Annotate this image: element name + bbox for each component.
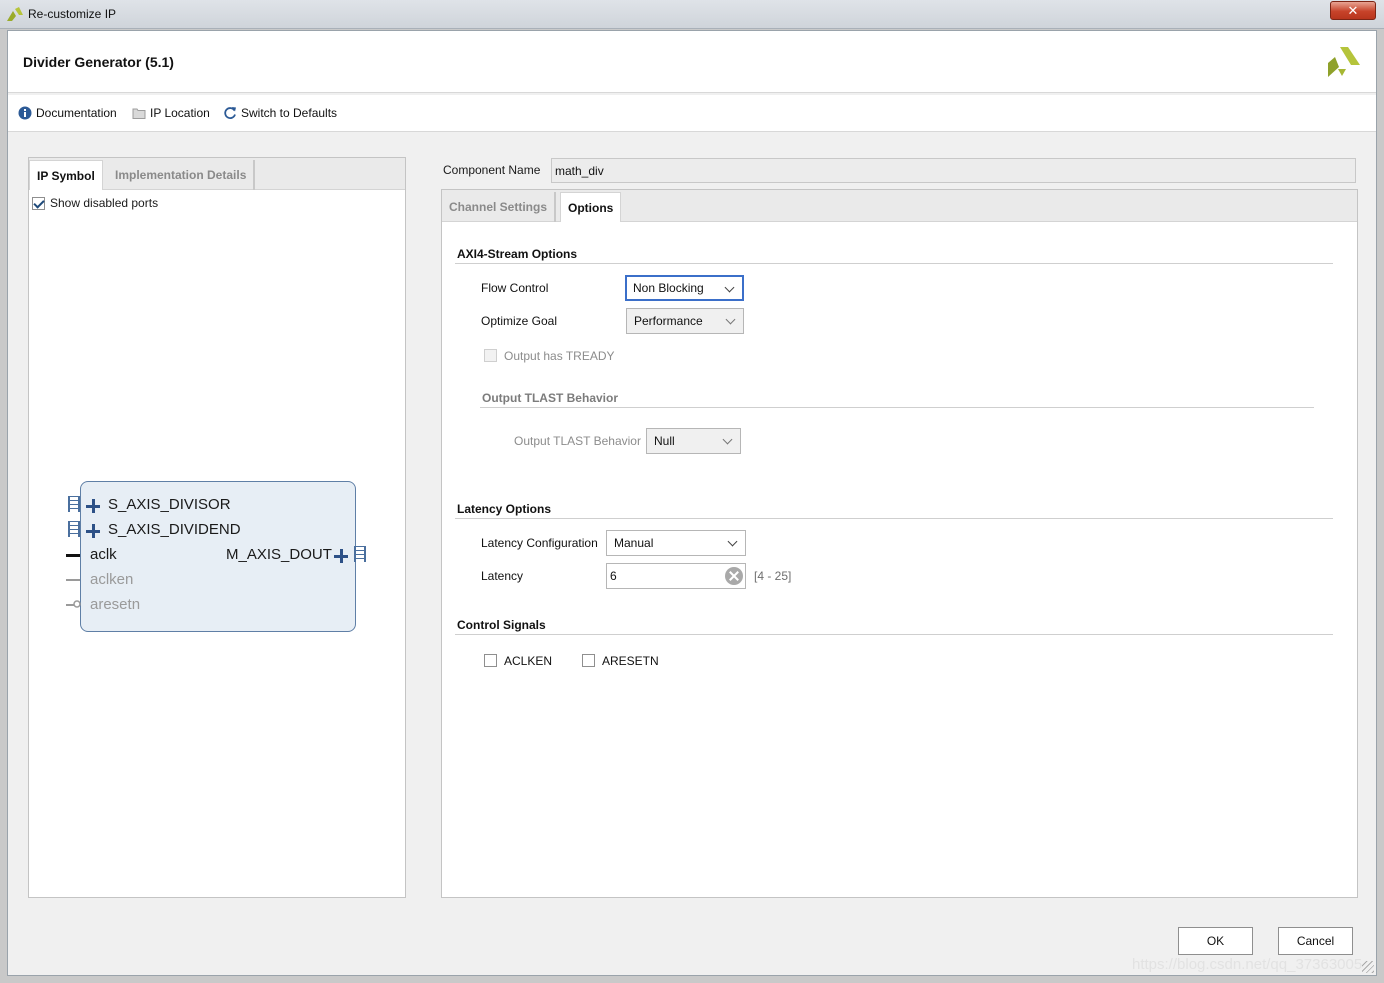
ip-location-label: IP Location xyxy=(150,106,210,120)
left-tabbar: IP Symbol Implementation Details xyxy=(29,158,405,190)
output-has-tready-label: Output has TREADY xyxy=(504,349,615,363)
aresetn-checkbox[interactable] xyxy=(582,654,595,667)
optimize-goal-label: Optimize Goal xyxy=(481,314,558,328)
documentation-menu[interactable]: Documentation xyxy=(18,106,117,120)
aclken-label: ACLKEN xyxy=(504,654,553,668)
port-aclken: aclken xyxy=(90,571,134,588)
latency-value: 6 xyxy=(610,569,617,583)
show-disabled-ports[interactable]: Show disabled ports xyxy=(32,196,158,210)
output-tlast-behavior-label: Output TLAST Behavior xyxy=(514,434,641,448)
port-s-axis-dividend: S_AXIS_DIVIDEND xyxy=(108,521,241,538)
resize-grip[interactable] xyxy=(1362,961,1374,973)
section-divider xyxy=(455,263,1333,264)
expand-plus-icon[interactable] xyxy=(86,524,100,538)
flow-control-select[interactable]: Non Blocking xyxy=(625,275,744,301)
output-tlast-behavior-select[interactable]: Null xyxy=(646,428,741,454)
aclken-checkbox[interactable] xyxy=(484,654,497,667)
window-title: Re-customize IP xyxy=(28,7,117,21)
tab-implementation-details[interactable]: Implementation Details xyxy=(108,160,256,190)
optimize-goal-value: Performance xyxy=(634,314,703,328)
output-tlast-group-title: Output TLAST Behavior xyxy=(482,391,618,405)
section-divider xyxy=(455,634,1333,635)
ip-title: Divider Generator (5.1) xyxy=(23,54,174,70)
flow-control-label: Flow Control xyxy=(481,281,549,295)
tab-channel-settings[interactable]: Channel Settings xyxy=(442,192,557,222)
customize-ip-dialog: Divider Generator (5.1) Documentation IP… xyxy=(7,30,1377,976)
bus-interface-icon xyxy=(68,521,80,537)
switch-defaults-label: Switch to Defaults xyxy=(241,106,338,120)
latency-label: Latency xyxy=(481,569,524,583)
section-divider xyxy=(455,518,1333,519)
inverted-pin-icon xyxy=(73,600,81,608)
ok-button[interactable]: OK xyxy=(1178,927,1253,955)
latency-configuration-value: Manual xyxy=(614,536,654,550)
settings-tabbar: Channel Settings Options xyxy=(442,190,1357,222)
window-titlebar: Re-customize IP ✕ xyxy=(0,0,1384,29)
aresetn-label: ARESETN xyxy=(602,654,659,668)
port-aresetn: aresetn xyxy=(90,596,141,613)
bus-interface-icon xyxy=(68,496,80,512)
ip-location-button[interactable]: IP Location xyxy=(132,106,210,120)
optimize-goal-select[interactable]: Performance xyxy=(626,308,744,334)
chevron-down-icon xyxy=(725,314,736,325)
cancel-button[interactable]: Cancel xyxy=(1278,927,1353,955)
settings-panel: Channel Settings Options AXI4-Stream Opt… xyxy=(441,189,1358,898)
xilinx-logo-icon xyxy=(1328,47,1360,77)
chevron-down-icon xyxy=(722,434,733,445)
watermark: https://blog.csdn.net/qq_37363005 xyxy=(1132,956,1363,973)
folder-icon xyxy=(132,108,146,119)
tab-options[interactable]: Options xyxy=(560,192,622,222)
output-tlast-behavior-value: Null xyxy=(654,434,675,448)
output-has-tready-checkbox[interactable] xyxy=(484,349,497,362)
clear-icon[interactable] xyxy=(725,567,743,585)
expand-plus-icon[interactable] xyxy=(334,549,348,563)
port-m-axis-dout: M_AXIS_DOUT xyxy=(226,546,332,563)
section-divider xyxy=(480,407,1314,408)
latency-input[interactable]: 6 xyxy=(606,563,746,589)
chevron-down-icon xyxy=(727,536,738,547)
latency-range-hint: [4 - 25] xyxy=(754,569,792,583)
window-close-button[interactable]: ✕ xyxy=(1330,1,1376,20)
flow-control-value: Non Blocking xyxy=(633,281,704,295)
component-name-label: Component Name xyxy=(443,163,541,177)
app-logo-icon xyxy=(7,7,23,21)
show-disabled-ports-checkbox[interactable] xyxy=(32,196,45,210)
latency-configuration-select[interactable]: Manual xyxy=(606,530,746,556)
info-icon xyxy=(18,106,32,120)
chevron-down-icon xyxy=(724,282,735,293)
port-s-axis-divisor: S_AXIS_DIVISOR xyxy=(108,496,231,513)
bus-interface-icon xyxy=(354,546,366,562)
tab-ip-symbol[interactable]: IP Symbol xyxy=(29,160,103,190)
port-aclk: aclk xyxy=(90,546,117,563)
documentation-label: Documentation xyxy=(36,106,117,120)
axi4-stream-options-title: AXI4-Stream Options xyxy=(457,247,578,261)
switch-defaults-button[interactable]: Switch to Defaults xyxy=(223,106,337,120)
ip-symbol-panel: IP Symbol Implementation Details Show di… xyxy=(28,157,406,898)
port-pin-aclken xyxy=(66,579,80,581)
dialog-toolbar: Documentation IP Location Switch to Defa… xyxy=(8,95,1376,132)
refresh-icon xyxy=(224,107,236,119)
control-signals-title: Control Signals xyxy=(457,618,546,632)
port-pin-aclk xyxy=(66,554,80,557)
latency-options-title: Latency Options xyxy=(457,502,552,516)
latency-configuration-label: Latency Configuration xyxy=(481,536,598,550)
dialog-header: Divider Generator (5.1) xyxy=(8,31,1376,93)
show-disabled-ports-label: Show disabled ports xyxy=(50,196,159,210)
component-name-input[interactable]: math_div xyxy=(551,158,1356,183)
expand-plus-icon[interactable] xyxy=(86,499,100,513)
